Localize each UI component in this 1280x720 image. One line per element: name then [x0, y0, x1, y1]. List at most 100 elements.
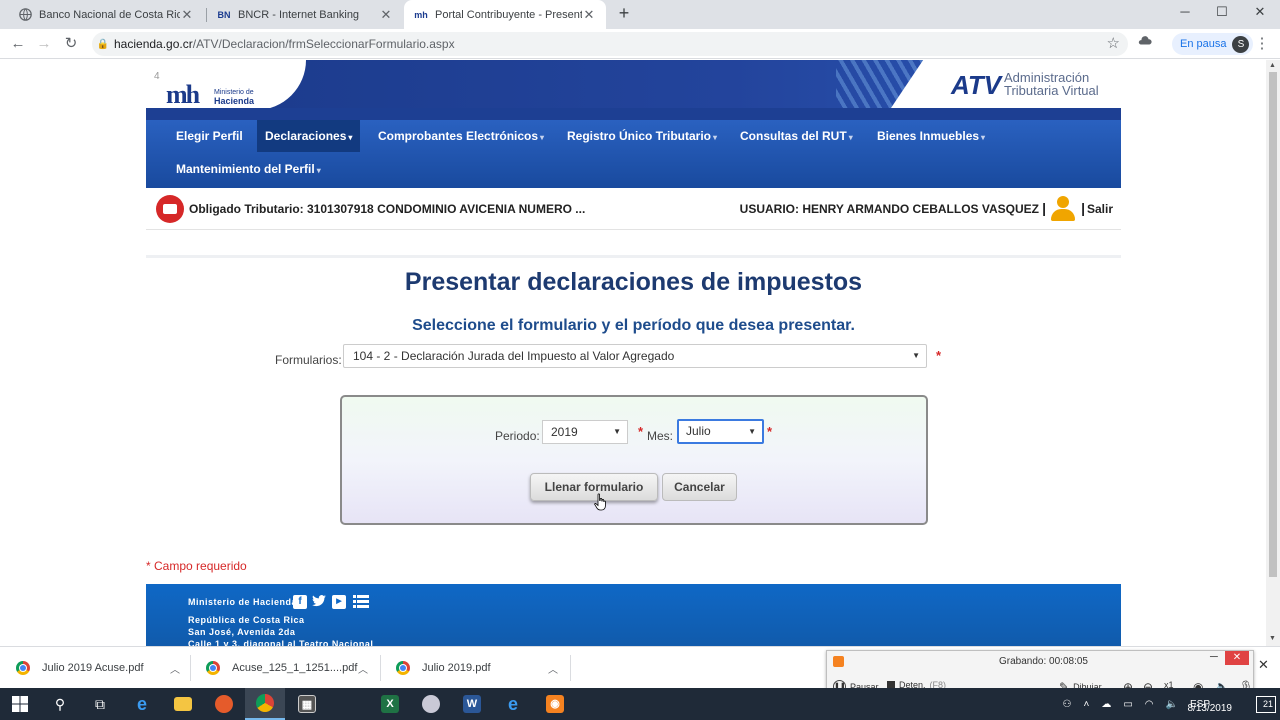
screen-recorder-taskbar-icon[interactable]: ◉ — [535, 688, 575, 720]
profile-button[interactable]: En pausa S — [1172, 33, 1254, 55]
scrollbar-thumb[interactable] — [1269, 72, 1277, 577]
caret-down-icon: ▾ — [848, 133, 853, 142]
mes-label: Mes: — [647, 429, 674, 443]
download-item[interactable]: Julio 2019.pdf ︿ — [396, 647, 558, 689]
people-icon[interactable]: ⚇ — [1063, 699, 1072, 710]
twitter-icon[interactable] — [312, 595, 326, 609]
logo-area: 4 mh Ministerio de Hacienda — [146, 60, 306, 110]
download-item[interactable]: Julio 2019 Acuse.pdf ︿ — [16, 647, 180, 689]
chevron-down-icon: ▼ — [912, 351, 920, 360]
word-icon[interactable]: W — [452, 688, 492, 720]
address-bar[interactable]: 🔒 hacienda.go.cr /ATV/Declaracion/frmSel… — [92, 32, 1128, 56]
internet-explorer-icon[interactable]: e — [493, 688, 533, 720]
tab-bncr[interactable]: BN BNCR - Internet Banking ✕ — [207, 0, 403, 29]
recording-status: Grabando: 00:08:05 — [999, 656, 1088, 667]
more-menu-icon[interactable]: ⋮ — [1252, 34, 1272, 54]
recorder-minimize-button[interactable]: ─ — [1210, 651, 1218, 663]
list-menu-icon[interactable] — [352, 595, 370, 609]
menu-label: Comprobantes Electrónicos — [378, 129, 539, 143]
menu-declaraciones[interactable]: Declaraciones ▾ — [257, 120, 361, 152]
network-icon[interactable]: ◠ — [1145, 699, 1154, 710]
chrome-icon[interactable] — [245, 688, 285, 720]
new-tab-button[interactable]: + — [614, 4, 634, 24]
mh-logo[interactable]: mh — [166, 80, 200, 110]
chevron-up-icon[interactable]: ˄ — [1084, 699, 1090, 710]
page-scrollbar[interactable]: ▲ ▼ — [1266, 60, 1280, 646]
periodo-select[interactable]: 2019 ▼ — [542, 420, 628, 444]
chevron-up-icon[interactable]: ︿ — [170, 661, 180, 676]
notifications-button[interactable]: 21 — [1256, 696, 1276, 713]
close-window-button[interactable]: ✕ — [1250, 4, 1270, 22]
calculator-icon[interactable]: ▦ — [287, 688, 327, 720]
logo-main: mh — [166, 80, 200, 109]
address-line: Calle 1 y 3, diagonal al Teatro Nacional — [188, 639, 374, 646]
download-filename: Julio 2019.pdf — [422, 662, 491, 674]
battery-icon[interactable]: ▭ — [1123, 699, 1132, 710]
maximize-button[interactable]: ☐ — [1212, 4, 1232, 22]
formularios-select[interactable]: 104 - 2 - Declaración Jurada del Impuest… — [343, 344, 927, 368]
firefox-icon[interactable] — [204, 688, 244, 720]
site-footer: Ministerio de Hacienda f ▶ República de … — [146, 584, 1121, 646]
close-icon[interactable]: ✕ — [582, 7, 596, 23]
download-filename: Julio 2019 Acuse.pdf — [42, 662, 144, 674]
periodo-value: 2019 — [551, 425, 578, 439]
start-button[interactable] — [0, 688, 40, 720]
logo-sub-2: Hacienda — [214, 96, 255, 106]
user-info-bar: Obligado Tributario: 3101307918 CONDOMIN… — [146, 188, 1121, 230]
logout-link[interactable]: Salir — [1087, 202, 1113, 216]
volume-icon[interactable]: 🔈 — [1166, 699, 1178, 710]
logo-subtitle: Ministerio de Hacienda — [214, 89, 254, 107]
chevron-up-icon[interactable]: ︿ — [358, 661, 368, 676]
taskbar-date[interactable]: 8/13/2019 — [1188, 703, 1233, 714]
close-icon[interactable]: ✕ — [1258, 657, 1269, 673]
menu-elegir-perfil[interactable]: Elegir Perfil — [168, 120, 251, 152]
required-mark: * — [767, 424, 773, 439]
close-icon[interactable]: ✕ — [180, 7, 194, 23]
mes-select[interactable]: Julio ▼ — [677, 419, 764, 444]
cloud-icon[interactable]: ☁ — [1101, 699, 1111, 710]
divider: | — [1042, 200, 1046, 216]
obligado-tributario: Obligado Tributario: 3101307918 CONDOMIN… — [189, 202, 586, 216]
chevron-up-icon[interactable]: ︿ — [548, 661, 558, 676]
bookmark-star-icon[interactable]: ☆ — [1107, 34, 1120, 52]
app-icon[interactable] — [411, 688, 451, 720]
download-item[interactable]: Acuse_125_1_1251....pdf ︿ — [206, 647, 368, 689]
cancelar-button[interactable]: Cancelar — [662, 473, 737, 501]
caret-down-icon: ▾ — [713, 133, 718, 142]
reload-button[interactable]: ↻ — [61, 34, 81, 54]
tab-portal-contribuyente[interactable]: mh Portal Contribuyente - Presentar ✕ — [404, 0, 606, 29]
search-icon[interactable]: ⚲ — [40, 688, 80, 720]
file-explorer-icon[interactable] — [163, 688, 203, 720]
scroll-down-icon[interactable]: ▼ — [1269, 635, 1276, 642]
recorder-close-button[interactable]: ✕ — [1225, 651, 1249, 665]
period-panel: Periodo: 2019 ▼ * Mes: Julio ▼ * Llenar … — [340, 395, 928, 525]
back-button[interactable]: ← — [8, 34, 28, 54]
banner-bottom-band — [146, 108, 1121, 120]
chrome-file-icon — [16, 661, 30, 675]
tab-banco-nacional[interactable]: Banco Nacional de Costa Rica ✕ — [8, 0, 204, 29]
formularios-value: 104 - 2 - Declaración Jurada del Impuest… — [353, 349, 675, 363]
menu-bienes-inmuebles[interactable]: Bienes Inmuebles ▾ — [869, 120, 993, 152]
scroll-up-icon[interactable]: ▲ — [1269, 62, 1276, 69]
forward-button[interactable]: → — [34, 34, 54, 54]
footer-ministry: Ministerio de Hacienda — [188, 597, 298, 607]
excel-icon[interactable]: X — [370, 688, 410, 720]
edge-icon[interactable]: e — [122, 688, 162, 720]
menu-registro-unico[interactable]: Registro Único Tributario ▾ — [559, 120, 725, 152]
menu-consultas-rut[interactable]: Consultas del RUT ▾ — [732, 120, 861, 152]
recording-time: 00:08:05 — [1049, 656, 1088, 667]
minimize-button[interactable]: ─ — [1175, 4, 1195, 22]
extension-icon[interactable] — [1135, 34, 1155, 54]
youtube-icon[interactable]: ▶ — [332, 595, 346, 609]
page-title: Presentar declaraciones de impuestos — [404, 268, 863, 296]
tab-title: BNCR - Internet Banking — [238, 8, 360, 21]
atv-line-2: Tributaria Virtual — [1004, 83, 1099, 98]
periodo-label: Periodo: — [495, 429, 540, 443]
task-view-icon[interactable]: ⧉ — [80, 688, 120, 720]
menu-mantenimiento-perfil[interactable]: Mantenimiento del Perfil ▾ — [168, 153, 329, 185]
menu-comprobantes[interactable]: Comprobantes Electrónicos ▾ — [370, 120, 552, 152]
recording-label: Grabando: — [999, 656, 1047, 667]
facebook-icon[interactable]: f — [293, 595, 307, 609]
address-line: República de Costa Rica — [188, 615, 305, 625]
close-icon[interactable]: ✕ — [379, 7, 393, 23]
